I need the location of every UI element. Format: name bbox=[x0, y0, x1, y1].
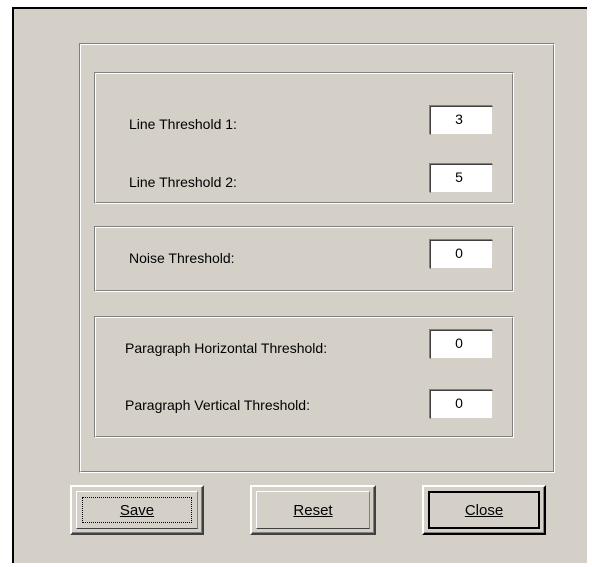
close-button[interactable]: Close bbox=[422, 485, 546, 535]
settings-frame: Line Threshold 1: 3 Line Threshold 2: 5 … bbox=[79, 43, 555, 473]
noise-threshold-group: Noise Threshold: 0 bbox=[94, 226, 514, 292]
noise-threshold-label: Noise Threshold: bbox=[129, 250, 235, 266]
threshold-dialog: Line Threshold 1: 3 Line Threshold 2: 5 … bbox=[12, 7, 587, 563]
line-threshold-1-label: Line Threshold 1: bbox=[129, 116, 237, 132]
paragraph-horizontal-label: Paragraph Horizontal Threshold: bbox=[125, 340, 328, 356]
line-threshold-1-input[interactable]: 3 bbox=[429, 105, 493, 135]
paragraph-horizontal-input[interactable]: 0 bbox=[429, 329, 493, 359]
line-threshold-2-label: Line Threshold 2: bbox=[129, 174, 237, 190]
line-threshold-2-input[interactable]: 5 bbox=[429, 163, 493, 193]
save-button[interactable]: Save bbox=[70, 485, 204, 535]
paragraph-vertical-label: Paragraph Vertical Threshold: bbox=[125, 397, 310, 413]
save-button-label: Save bbox=[119, 501, 155, 519]
line-threshold-group: Line Threshold 1: 3 Line Threshold 2: 5 bbox=[94, 72, 514, 204]
reset-button[interactable]: Reset bbox=[250, 485, 376, 535]
noise-threshold-input[interactable]: 0 bbox=[429, 239, 493, 269]
reset-button-label: Reset bbox=[293, 501, 333, 519]
paragraph-vertical-input[interactable]: 0 bbox=[429, 389, 493, 419]
paragraph-threshold-group: Paragraph Horizontal Threshold: 0 Paragr… bbox=[94, 316, 514, 438]
close-button-label: Close bbox=[464, 501, 504, 519]
